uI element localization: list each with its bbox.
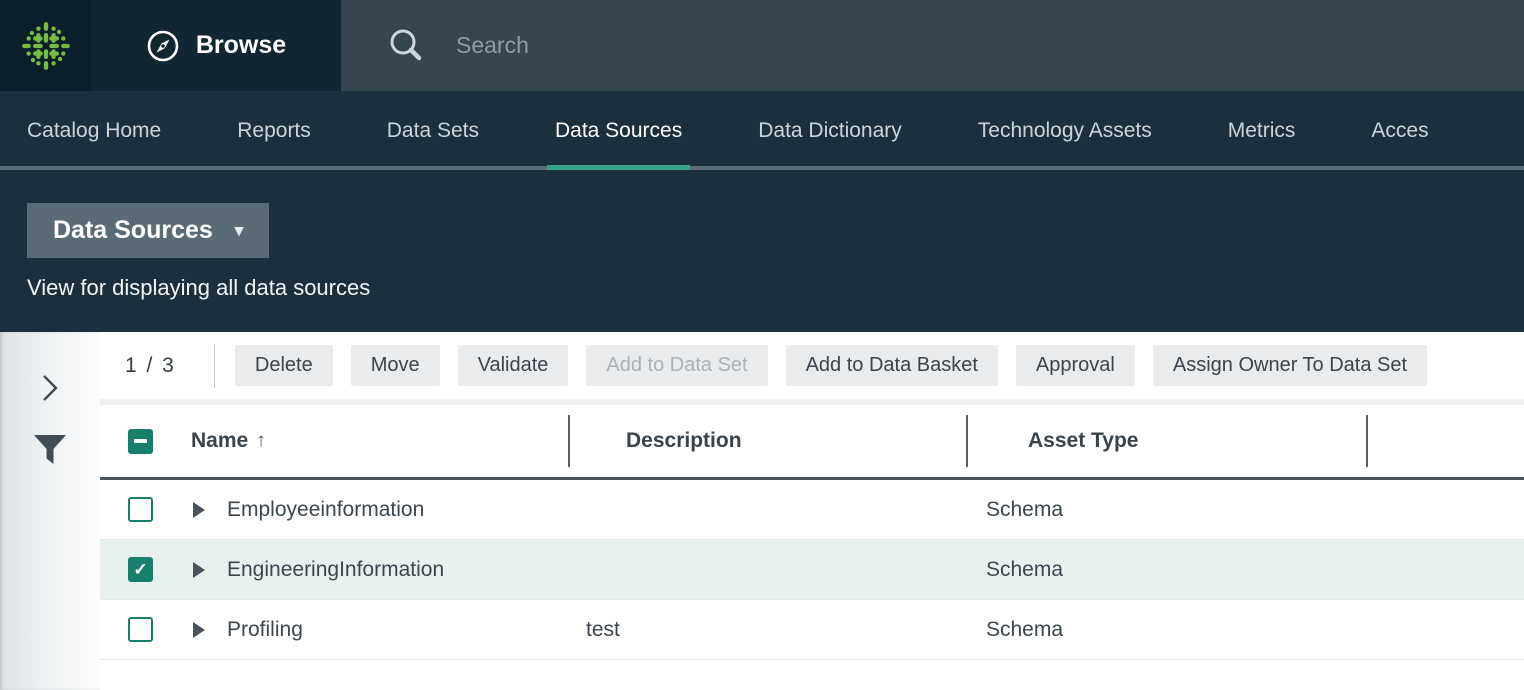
header-cell-name: Name ↑: [100, 429, 568, 454]
table-row[interactable]: Employeeinformation Schema: [100, 480, 1524, 540]
tab-reports[interactable]: Reports: [237, 91, 311, 170]
collibra-logo-icon: [20, 20, 72, 72]
compass-icon: [146, 29, 180, 63]
cell-asset-type: Schema: [964, 618, 1362, 642]
tab-catalog-home[interactable]: Catalog Home: [27, 91, 161, 170]
tab-data-sources[interactable]: Data Sources: [555, 91, 682, 170]
app-logo-button[interactable]: [0, 0, 91, 91]
row-checkbox[interactable]: [128, 617, 153, 642]
tab-label: Data Sources: [555, 119, 682, 143]
assign-owner-button[interactable]: Assign Owner To Data Set: [1153, 345, 1427, 386]
cell-name: Employeeinformation: [100, 497, 568, 522]
caret-down-icon: ▾: [235, 221, 244, 241]
expand-row-icon[interactable]: [193, 562, 205, 578]
approval-button[interactable]: Approval: [1016, 345, 1135, 386]
view-description: View for displaying all data sources: [27, 275, 1524, 301]
cell-asset-type: Schema: [964, 498, 1362, 522]
browse-label: Browse: [196, 31, 286, 60]
browse-menu-button[interactable]: Browse: [91, 0, 341, 91]
tab-label: Catalog Home: [27, 119, 161, 143]
table-row[interactable]: EngineeringInformation Schema: [100, 540, 1524, 600]
sort-ascending-icon[interactable]: ↑: [256, 430, 266, 452]
table-row[interactable]: Profiling test Schema: [100, 600, 1524, 660]
filter-sidebar: [0, 332, 100, 690]
bulk-actions-toolbar: 1 / 3 Delete Move Validate Add to Data S…: [100, 332, 1524, 405]
column-resize-handle[interactable]: [1366, 415, 1368, 467]
search-input[interactable]: [456, 32, 1253, 59]
row-checkbox[interactable]: [128, 557, 153, 582]
delete-button[interactable]: Delete: [235, 345, 333, 386]
column-header-description[interactable]: Description: [626, 429, 742, 453]
validate-button[interactable]: Validate: [458, 345, 569, 386]
header-cell-description: Description: [570, 429, 966, 453]
row-checkbox[interactable]: [128, 497, 153, 522]
top-bar: Browse: [0, 0, 1524, 91]
table-header-row: Name ↑ Description Asset Type: [100, 405, 1524, 480]
tab-label: Data Dictionary: [758, 119, 902, 143]
filter-button[interactable]: [20, 424, 80, 476]
column-header-name[interactable]: Name: [191, 429, 248, 453]
asset-name-link[interactable]: Profiling: [227, 618, 303, 642]
tab-metrics[interactable]: Metrics: [1228, 91, 1296, 170]
view-selector-button[interactable]: Data Sources ▾: [27, 203, 269, 258]
view-header: Data Sources ▾ View for displaying all d…: [0, 170, 1524, 332]
tab-label: Metrics: [1228, 119, 1296, 143]
search-icon: [386, 26, 426, 66]
expand-row-icon[interactable]: [193, 502, 205, 518]
catalog-nav-bar: Catalog Home Reports Data Sets Data Sour…: [0, 91, 1524, 170]
header-cell-asset-type: Asset Type: [968, 429, 1366, 453]
cell-description: test: [568, 618, 964, 642]
expand-sidebar-button[interactable]: [20, 362, 80, 414]
data-sources-content: 1 / 3 Delete Move Validate Add to Data S…: [100, 332, 1524, 690]
main-body: 1 / 3 Delete Move Validate Add to Data S…: [0, 332, 1524, 690]
tab-data-sets[interactable]: Data Sets: [387, 91, 479, 170]
asset-name-link[interactable]: Employeeinformation: [227, 498, 424, 522]
column-header-asset-type[interactable]: Asset Type: [1028, 429, 1139, 453]
tab-label: Reports: [237, 119, 311, 143]
cell-name: Profiling: [100, 617, 568, 642]
global-search[interactable]: [341, 0, 1524, 91]
tab-technology-assets[interactable]: Technology Assets: [978, 91, 1152, 170]
tab-data-dictionary[interactable]: Data Dictionary: [758, 91, 902, 170]
page-indicator: 1 / 3: [125, 354, 176, 378]
select-all-checkbox[interactable]: [128, 429, 153, 454]
add-to-data-set-button[interactable]: Add to Data Set: [586, 345, 767, 386]
view-selector-label: Data Sources: [53, 216, 213, 245]
tab-access[interactable]: Acces: [1371, 91, 1428, 170]
app-window: Browse Catalog Home Reports Data Sets Da…: [0, 0, 1524, 690]
tab-label: Acces: [1371, 119, 1428, 143]
asset-name-link[interactable]: EngineeringInformation: [227, 558, 444, 582]
move-button[interactable]: Move: [351, 345, 440, 386]
filter-icon: [32, 433, 68, 467]
add-to-data-basket-button[interactable]: Add to Data Basket: [786, 345, 998, 386]
tab-label: Data Sets: [387, 119, 479, 143]
data-sources-table: Name ↑ Description Asset Type: [100, 405, 1524, 690]
chevron-right-icon: [41, 373, 59, 403]
tab-label: Technology Assets: [978, 119, 1152, 143]
cell-name: EngineeringInformation: [100, 557, 568, 582]
toolbar-divider: [214, 344, 215, 388]
cell-asset-type: Schema: [964, 558, 1362, 582]
expand-row-icon[interactable]: [193, 622, 205, 638]
